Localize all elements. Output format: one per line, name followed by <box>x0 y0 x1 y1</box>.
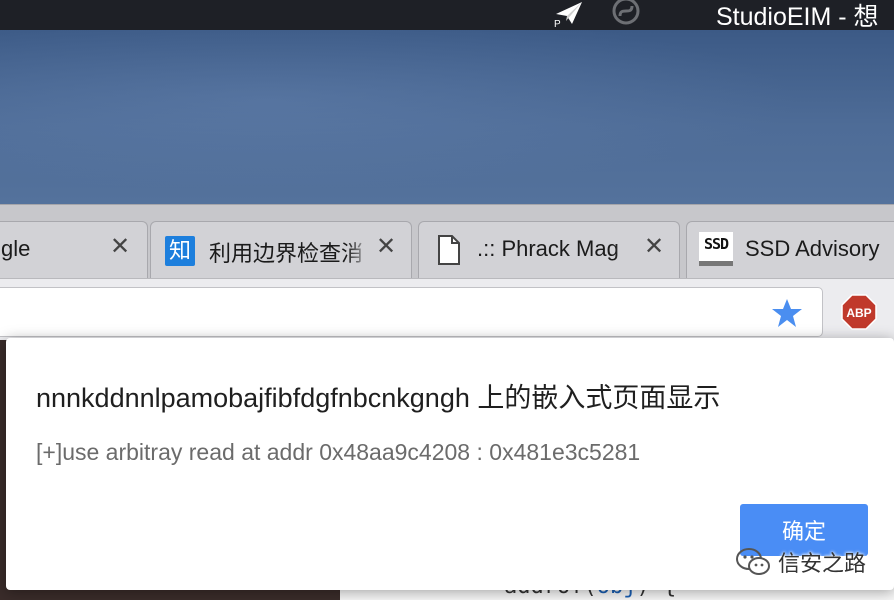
document-icon <box>438 235 460 265</box>
tab-phrack[interactable]: .:: Phrack Mag ✕ <box>418 221 680 279</box>
watermark-text: 信安之路 <box>778 551 867 576</box>
paper-plane-icon[interactable]: P <box>552 0 586 28</box>
tab-fade <box>347 234 371 274</box>
app-title: StudioEIM - 想 <box>716 3 879 31</box>
tab-label: 利用边界检查消 <box>209 241 364 266</box>
tab-fade <box>615 234 639 274</box>
close-icon[interactable]: ✕ <box>107 233 133 260</box>
tab-label: .:: Phrack Mag <box>477 236 619 261</box>
address-bar[interactable] <box>0 287 823 337</box>
wechat-icon <box>736 548 770 575</box>
tab-zhihu[interactable]: 知 利用边界检查消 ✕ <box>150 221 412 279</box>
zhihu-icon: 知 <box>165 236 195 266</box>
ssd-icon: SSD <box>699 232 733 266</box>
close-icon[interactable]: ✕ <box>641 233 667 260</box>
tab-label: gle <box>1 236 31 261</box>
desktop-wallpaper <box>0 30 894 206</box>
menu-bar: P StudioEIM - 想 <box>0 0 894 31</box>
tab-ssd[interactable]: SSD SSD Advisory <box>686 221 894 279</box>
dialog-title: nnnkddnnlpamobajfibfdgfnbcnkgngh 上的嵌入式页面… <box>36 383 721 413</box>
tab-label: SSD Advisory <box>745 236 880 261</box>
browser-toolbar: ABP <box>0 278 894 344</box>
tab-strip: gle ✕ 知 利用边界检查消 ✕ .:: Phrack Mag ✕ SSD S… <box>0 204 894 279</box>
dialog-message: [+]use arbitray read at addr 0x48aa9c420… <box>36 439 641 465</box>
svg-text:ABP: ABP <box>846 306 871 320</box>
tab-google[interactable]: gle ✕ <box>0 221 148 279</box>
sync-icon[interactable] <box>608 0 644 26</box>
adblock-icon[interactable]: ABP <box>841 294 877 330</box>
svg-text:P: P <box>554 19 561 28</box>
star-icon[interactable] <box>771 297 803 329</box>
close-icon[interactable]: ✕ <box>373 233 399 260</box>
